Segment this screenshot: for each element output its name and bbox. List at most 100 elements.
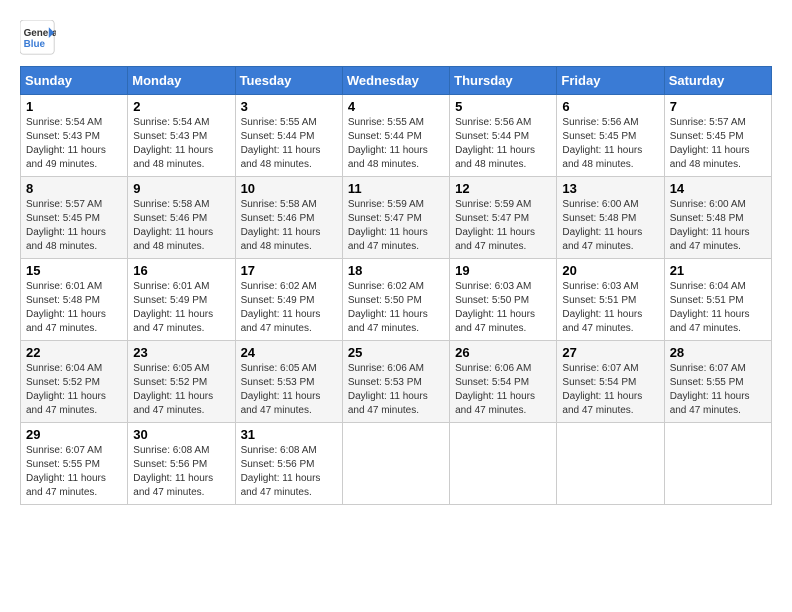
sunset-label: Sunset: 5:52 PM (26, 377, 100, 388)
day-info: Sunrise: 6:02 AM Sunset: 5:50 PM Dayligh… (348, 280, 444, 336)
sunrise-label: Sunrise: 6:04 AM (670, 281, 746, 292)
calendar-cell: 11 Sunrise: 5:59 AM Sunset: 5:47 PM Dayl… (342, 177, 449, 259)
day-number: 24 (241, 345, 337, 360)
daylight-label: Daylight: 11 hours and 47 minutes. (455, 227, 535, 252)
sunrise-label: Sunrise: 5:54 AM (133, 117, 209, 128)
sunrise-label: Sunrise: 5:56 AM (455, 117, 531, 128)
day-info: Sunrise: 5:59 AM Sunset: 5:47 PM Dayligh… (455, 198, 551, 254)
calendar-cell: 20 Sunrise: 6:03 AM Sunset: 5:51 PM Dayl… (557, 259, 664, 341)
sunrise-label: Sunrise: 5:56 AM (562, 117, 638, 128)
day-number: 9 (133, 181, 229, 196)
day-info: Sunrise: 6:00 AM Sunset: 5:48 PM Dayligh… (670, 198, 766, 254)
daylight-label: Daylight: 11 hours and 47 minutes. (133, 473, 213, 498)
sunrise-label: Sunrise: 6:00 AM (562, 199, 638, 210)
daylight-label: Daylight: 11 hours and 48 minutes. (455, 145, 535, 170)
sunset-label: Sunset: 5:48 PM (26, 295, 100, 306)
daylight-label: Daylight: 11 hours and 48 minutes. (133, 227, 213, 252)
weekday-header-sunday: Sunday (21, 67, 128, 95)
calendar-cell: 25 Sunrise: 6:06 AM Sunset: 5:53 PM Dayl… (342, 341, 449, 423)
calendar-week-2: 8 Sunrise: 5:57 AM Sunset: 5:45 PM Dayli… (21, 177, 772, 259)
day-info: Sunrise: 6:04 AM Sunset: 5:52 PM Dayligh… (26, 362, 122, 418)
day-info: Sunrise: 6:02 AM Sunset: 5:49 PM Dayligh… (241, 280, 337, 336)
day-info: Sunrise: 6:08 AM Sunset: 5:56 PM Dayligh… (241, 444, 337, 500)
sunset-label: Sunset: 5:44 PM (348, 131, 422, 142)
day-number: 8 (26, 181, 122, 196)
logo: General Blue (20, 20, 62, 56)
sunset-label: Sunset: 5:52 PM (133, 377, 207, 388)
logo-icon: General Blue (20, 20, 56, 56)
calendar-cell: 3 Sunrise: 5:55 AM Sunset: 5:44 PM Dayli… (235, 95, 342, 177)
day-number: 19 (455, 263, 551, 278)
day-number: 6 (562, 99, 658, 114)
day-info: Sunrise: 6:05 AM Sunset: 5:53 PM Dayligh… (241, 362, 337, 418)
day-info: Sunrise: 5:55 AM Sunset: 5:44 PM Dayligh… (241, 116, 337, 172)
daylight-label: Daylight: 11 hours and 47 minutes. (241, 309, 321, 334)
sunrise-label: Sunrise: 5:55 AM (348, 117, 424, 128)
sunrise-label: Sunrise: 6:04 AM (26, 363, 102, 374)
day-info: Sunrise: 5:57 AM Sunset: 5:45 PM Dayligh… (670, 116, 766, 172)
calendar-cell: 8 Sunrise: 5:57 AM Sunset: 5:45 PM Dayli… (21, 177, 128, 259)
day-info: Sunrise: 5:54 AM Sunset: 5:43 PM Dayligh… (133, 116, 229, 172)
daylight-label: Daylight: 11 hours and 47 minutes. (133, 391, 213, 416)
sunset-label: Sunset: 5:46 PM (133, 213, 207, 224)
calendar-cell: 5 Sunrise: 5:56 AM Sunset: 5:44 PM Dayli… (450, 95, 557, 177)
day-number: 21 (670, 263, 766, 278)
day-number: 5 (455, 99, 551, 114)
calendar-table: SundayMondayTuesdayWednesdayThursdayFrid… (20, 66, 772, 505)
weekday-header-monday: Monday (128, 67, 235, 95)
calendar-cell (664, 423, 771, 505)
calendar-cell (450, 423, 557, 505)
daylight-label: Daylight: 11 hours and 47 minutes. (562, 391, 642, 416)
day-number: 28 (670, 345, 766, 360)
sunrise-label: Sunrise: 5:59 AM (455, 199, 531, 210)
sunrise-label: Sunrise: 6:06 AM (348, 363, 424, 374)
calendar-cell: 29 Sunrise: 6:07 AM Sunset: 5:55 PM Dayl… (21, 423, 128, 505)
day-info: Sunrise: 5:58 AM Sunset: 5:46 PM Dayligh… (133, 198, 229, 254)
sunset-label: Sunset: 5:50 PM (455, 295, 529, 306)
sunrise-label: Sunrise: 6:06 AM (455, 363, 531, 374)
sunset-label: Sunset: 5:48 PM (670, 213, 744, 224)
calendar-body: 1 Sunrise: 5:54 AM Sunset: 5:43 PM Dayli… (21, 95, 772, 505)
day-info: Sunrise: 5:56 AM Sunset: 5:45 PM Dayligh… (562, 116, 658, 172)
day-number: 18 (348, 263, 444, 278)
sunset-label: Sunset: 5:43 PM (133, 131, 207, 142)
sunset-label: Sunset: 5:44 PM (241, 131, 315, 142)
day-info: Sunrise: 6:00 AM Sunset: 5:48 PM Dayligh… (562, 198, 658, 254)
sunrise-label: Sunrise: 5:58 AM (133, 199, 209, 210)
daylight-label: Daylight: 11 hours and 47 minutes. (562, 227, 642, 252)
sunset-label: Sunset: 5:45 PM (26, 213, 100, 224)
weekday-header-row: SundayMondayTuesdayWednesdayThursdayFrid… (21, 67, 772, 95)
day-info: Sunrise: 5:55 AM Sunset: 5:44 PM Dayligh… (348, 116, 444, 172)
day-number: 31 (241, 427, 337, 442)
daylight-label: Daylight: 11 hours and 47 minutes. (670, 309, 750, 334)
day-number: 30 (133, 427, 229, 442)
daylight-label: Daylight: 11 hours and 47 minutes. (26, 473, 106, 498)
weekday-header-saturday: Saturday (664, 67, 771, 95)
sunset-label: Sunset: 5:56 PM (133, 459, 207, 470)
calendar-cell: 23 Sunrise: 6:05 AM Sunset: 5:52 PM Dayl… (128, 341, 235, 423)
day-number: 20 (562, 263, 658, 278)
sunset-label: Sunset: 5:47 PM (348, 213, 422, 224)
calendar-cell (557, 423, 664, 505)
daylight-label: Daylight: 11 hours and 48 minutes. (562, 145, 642, 170)
sunrise-label: Sunrise: 5:59 AM (348, 199, 424, 210)
day-number: 15 (26, 263, 122, 278)
calendar-cell: 28 Sunrise: 6:07 AM Sunset: 5:55 PM Dayl… (664, 341, 771, 423)
day-number: 13 (562, 181, 658, 196)
daylight-label: Daylight: 11 hours and 48 minutes. (670, 145, 750, 170)
day-number: 27 (562, 345, 658, 360)
daylight-label: Daylight: 11 hours and 47 minutes. (241, 391, 321, 416)
calendar-cell: 15 Sunrise: 6:01 AM Sunset: 5:48 PM Dayl… (21, 259, 128, 341)
day-number: 26 (455, 345, 551, 360)
day-info: Sunrise: 6:01 AM Sunset: 5:48 PM Dayligh… (26, 280, 122, 336)
calendar-cell: 24 Sunrise: 6:05 AM Sunset: 5:53 PM Dayl… (235, 341, 342, 423)
calendar-cell: 14 Sunrise: 6:00 AM Sunset: 5:48 PM Dayl… (664, 177, 771, 259)
calendar-cell: 1 Sunrise: 5:54 AM Sunset: 5:43 PM Dayli… (21, 95, 128, 177)
day-info: Sunrise: 6:07 AM Sunset: 5:54 PM Dayligh… (562, 362, 658, 418)
day-info: Sunrise: 6:06 AM Sunset: 5:54 PM Dayligh… (455, 362, 551, 418)
daylight-label: Daylight: 11 hours and 47 minutes. (348, 391, 428, 416)
calendar-cell: 16 Sunrise: 6:01 AM Sunset: 5:49 PM Dayl… (128, 259, 235, 341)
calendar-cell: 21 Sunrise: 6:04 AM Sunset: 5:51 PM Dayl… (664, 259, 771, 341)
page-header: General Blue (20, 20, 772, 56)
calendar-cell: 27 Sunrise: 6:07 AM Sunset: 5:54 PM Dayl… (557, 341, 664, 423)
